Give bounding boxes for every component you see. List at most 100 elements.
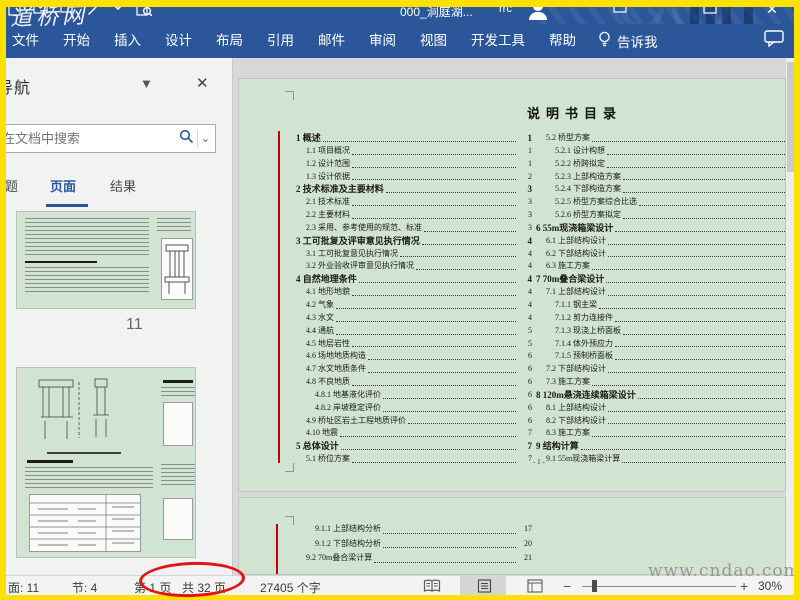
zoom-out-button[interactable]: − bbox=[563, 578, 571, 594]
toc-entry: 5.2.5 桥型方案综合比选 bbox=[536, 196, 785, 209]
share-icon[interactable] bbox=[610, 1, 630, 17]
toc-entry: 5 总体设计 7 bbox=[296, 441, 532, 452]
close-icon[interactable]: ✕ bbox=[196, 74, 209, 92]
toc-entry: 8.2 下部结构设计 bbox=[536, 415, 785, 428]
toc-entry: 5.1 桥位方案 7 bbox=[306, 454, 532, 464]
toc-entry: 6.3 施工方案 bbox=[536, 260, 785, 273]
search-box[interactable]: ⌄ bbox=[0, 124, 216, 153]
toc-entry: 4.1 地形地貌 4 bbox=[306, 287, 532, 297]
chevron-down-icon[interactable]: ▼ bbox=[140, 76, 153, 91]
tracked-change-bar bbox=[276, 524, 278, 574]
page-thumbnail-11[interactable] bbox=[16, 211, 196, 309]
titlebar-decoration bbox=[722, 0, 731, 24]
document-area: 说明书目录 1 概述 1 1.1 项目概况 1 1.2 设计范围 1 1.3 设计依据… bbox=[233, 58, 800, 575]
ribbon-tab[interactable]: 帮助 bbox=[537, 24, 588, 58]
toc-entry: 8.3 施工方案 bbox=[536, 427, 785, 440]
title-bar: 000_洞庭湖... rrc ✕ bbox=[0, 0, 800, 24]
user-name: rrc bbox=[499, 3, 512, 15]
watermark-cndao: www.cndao.com bbox=[648, 561, 800, 581]
toc-entry: 7.2 下部结构设计 bbox=[536, 363, 785, 376]
toc-entry: 7.1.1 钢主梁 bbox=[536, 299, 785, 312]
toc-entry: 5.2.2 桥跨拟定 bbox=[536, 158, 785, 171]
zoom-slider-thumb[interactable] bbox=[592, 580, 597, 592]
watermark-daoqiao: 道桥网 bbox=[9, 2, 89, 31]
nav-tab-results[interactable]: 结果 bbox=[110, 176, 136, 195]
ribbon-tab[interactable]: 布局 bbox=[204, 24, 255, 58]
toc-entry: 7.3 施工方案 bbox=[536, 376, 785, 389]
ribbon-tab[interactable]: 开发工具 bbox=[459, 24, 537, 58]
toc-entry: 9.1.2 下部结构分析 20 bbox=[315, 538, 532, 548]
thumbnail-page-number: 11 bbox=[126, 316, 143, 333]
margin-corner-mark bbox=[285, 91, 294, 100]
toc-entry: 5.2.6 桥型方案拟定 bbox=[536, 209, 785, 222]
vertical-scrollbar[interactable] bbox=[786, 58, 795, 575]
print-layout-icon[interactable] bbox=[477, 579, 492, 596]
ribbon-display-options-icon[interactable] bbox=[700, 1, 720, 17]
print-preview-icon[interactable] bbox=[136, 2, 152, 16]
toc-entry: 6.2 下部结构设计 bbox=[536, 248, 785, 261]
toc-title: 说明书目录 bbox=[527, 106, 623, 121]
toc-entry: 4.10 地震 7 bbox=[306, 428, 532, 438]
page-thumbnail-12[interactable] bbox=[16, 367, 196, 558]
toc-entry: 4.8.2 岸坡稳定评价 6 bbox=[315, 402, 532, 412]
toc-entry: 1.2 设计范围 1 bbox=[306, 158, 532, 168]
word-window: 000_洞庭湖... rrc ✕ 文件 开始 插入 设计 布局 引用 邮件 审阅 视图 开发工具帮… bbox=[0, 0, 800, 600]
status-page-indicator[interactable]: 面: 11 bbox=[8, 579, 39, 596]
web-layout-icon[interactable] bbox=[527, 579, 543, 596]
toc-entry: 4.5 地层岩性 5 bbox=[306, 338, 532, 348]
toc-entry: 4 自然地理条件 4 bbox=[296, 274, 532, 285]
document-page-1: 说明书目录 1 概述 1 1.1 项目概况 1 1.2 设计范围 1 1.3 设计依据… bbox=[238, 78, 786, 492]
toc-entry: 5.2.3 上部构造方案 bbox=[536, 171, 785, 184]
avatar[interactable] bbox=[527, 0, 549, 20]
toc-entry: 6 55m现浇箱梁设计 bbox=[536, 222, 785, 235]
toc-entry: 9.1.1 上部结构分析 17 bbox=[315, 524, 532, 534]
thumbnail-figure bbox=[161, 238, 193, 300]
ribbon-tab[interactable]: 插入 bbox=[102, 24, 153, 58]
comments-button[interactable] bbox=[764, 30, 784, 52]
search-icon[interactable] bbox=[179, 129, 194, 149]
close-window-icon[interactable]: ✕ bbox=[762, 1, 782, 18]
tell-me-button[interactable]: 告诉我 bbox=[588, 31, 668, 51]
navigation-pane: 导航 ▼ ✕ ⌄ 标题 页面 结果 11 bbox=[0, 58, 233, 575]
toc-entry: 4.2 气象 4 bbox=[306, 299, 532, 309]
toc-entry: 7.1 上部结构设计 bbox=[536, 286, 785, 299]
ribbon-tab[interactable]: 视图 bbox=[408, 24, 459, 58]
toc-entry: 7.1.5 预制桥面板 bbox=[536, 350, 785, 363]
zoom-level[interactable]: 30% bbox=[758, 579, 782, 593]
status-section[interactable]: 节: 4 bbox=[72, 579, 97, 596]
toc-entry: 5.2.1 设计构想 bbox=[536, 145, 785, 158]
toc-entry: 4.4 通航 5 bbox=[306, 325, 532, 335]
read-mode-icon[interactable] bbox=[423, 579, 441, 596]
customize-qat-icon[interactable] bbox=[112, 2, 124, 12]
ribbon-tab[interactable]: 审阅 bbox=[357, 24, 408, 58]
nav-tab-headings[interactable]: 标题 bbox=[0, 176, 18, 195]
ribbon-tab[interactable]: 邮件 bbox=[306, 24, 357, 58]
toc-entry: 7.1.2 剪力连接件 bbox=[536, 312, 785, 325]
search-input[interactable] bbox=[0, 131, 179, 146]
search-options-chevron-icon[interactable]: ⌄ bbox=[201, 132, 215, 145]
toc-entry: 4.8 不良地质 6 bbox=[306, 377, 532, 387]
navigation-tabs: 标题 页面 结果 bbox=[0, 176, 232, 207]
thumbnail-figure bbox=[163, 402, 193, 446]
active-tab-indicator bbox=[46, 204, 88, 207]
toc-entry: 5.2.4 下部构造方案 bbox=[536, 183, 785, 196]
status-word-count[interactable]: 27405 个字 bbox=[260, 579, 321, 596]
zoom-slider-track[interactable] bbox=[582, 586, 736, 587]
pen-icon[interactable] bbox=[86, 2, 100, 16]
divider bbox=[196, 129, 198, 148]
toc-entry: 5.2 桥型方案 bbox=[536, 132, 785, 145]
margin-corner-mark bbox=[285, 463, 294, 472]
scrollbar-thumb[interactable] bbox=[787, 62, 794, 172]
nav-tab-pages[interactable]: 页面 bbox=[50, 176, 76, 195]
margin-corner-mark bbox=[285, 516, 294, 525]
toc-entry: 2.3 采用、参考使用的规范、标准 3 bbox=[306, 222, 532, 232]
ribbon-tab[interactable]: 引用 bbox=[255, 24, 306, 58]
ribbon-tab[interactable]: 设计 bbox=[153, 24, 204, 58]
thumbnail-figure bbox=[29, 376, 147, 448]
toc-entry: 9 结构计算 bbox=[536, 440, 785, 453]
toc-entry: 1 概述 1 bbox=[296, 133, 532, 143]
toc-left-column: 1 概述 1 1.1 项目概况 1 1.2 设计范围 1 1.3 设计依据 2 2 技术… bbox=[296, 132, 532, 466]
titlebar-decoration bbox=[540, 0, 800, 24]
toc-entry: 7.1.4 体外预应力 bbox=[536, 338, 785, 351]
lightbulb-icon bbox=[598, 31, 611, 51]
